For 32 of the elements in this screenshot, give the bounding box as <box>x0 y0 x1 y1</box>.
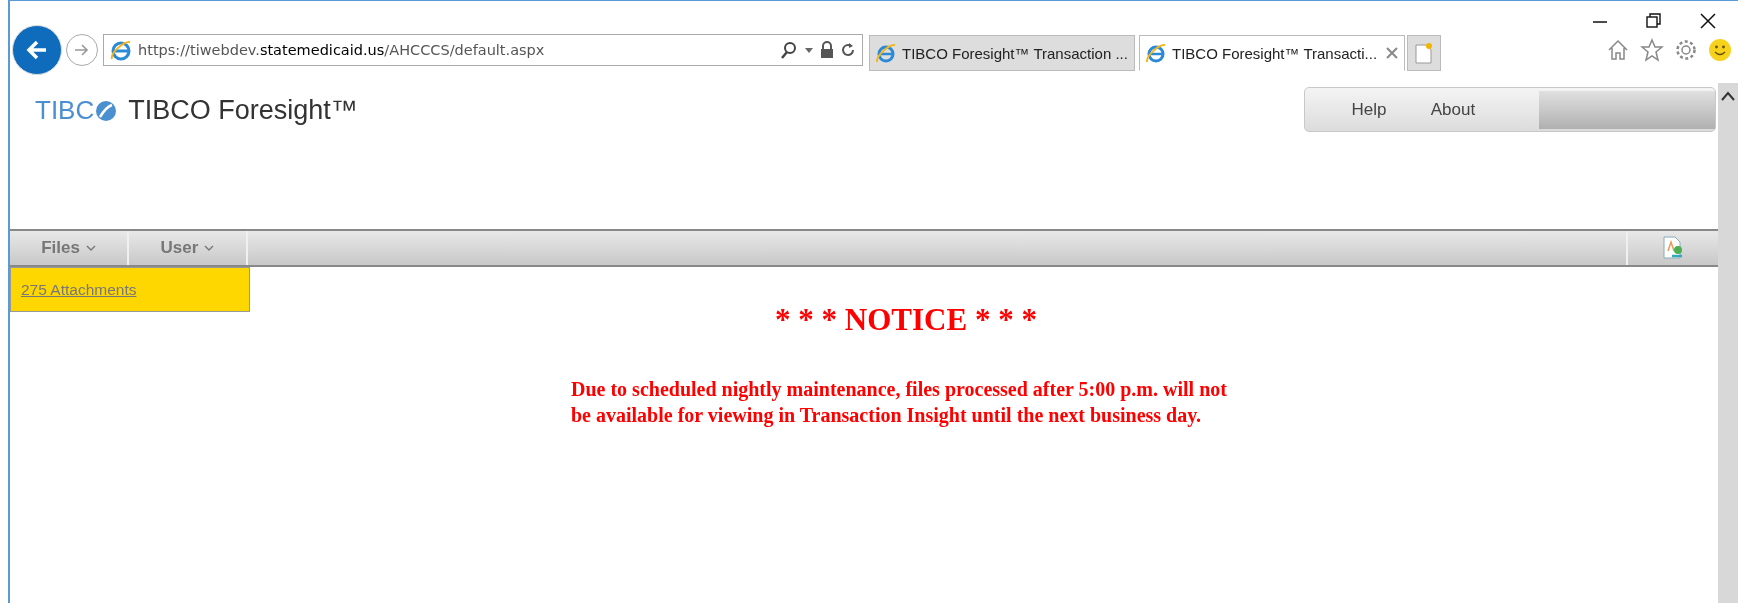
notice-heading: * * * NOTICE * * * <box>775 302 1037 338</box>
lock-icon <box>820 41 834 59</box>
browser-tab[interactable]: TIBCO Foresight™ Transaction ... <box>869 35 1135 71</box>
close-tab-icon[interactable] <box>1386 47 1398 59</box>
back-button[interactable] <box>12 25 62 75</box>
browser-logo-icon <box>110 39 132 61</box>
restore-icon[interactable] <box>1646 13 1662 29</box>
chevron-down-icon <box>204 244 215 252</box>
star-icon[interactable] <box>1640 38 1664 62</box>
header-link[interactable]: Help <box>1327 99 1411 120</box>
address-bar[interactable]: https://tiwebdev.statemedicaid.us/AHCCCS/default.aspx <box>103 34 863 66</box>
url-text: https://tiwebdev.statemedicaid.us/AHCCCS/default.aspx <box>138 42 546 58</box>
scrollbar[interactable] <box>1718 83 1738 603</box>
header-link[interactable]: About <box>1411 99 1495 120</box>
logo-ball-icon <box>94 98 119 123</box>
brand-logo: TIBC <box>35 95 119 126</box>
notice-message: Due to scheduled nightly maintenance, files processed after 5:00 p.m. will not be available for viewing in Transaction Insight until the next business day. <box>571 377 1228 428</box>
scroll-up-icon[interactable] <box>1720 89 1736 103</box>
chevron-down-icon <box>85 244 96 252</box>
browser-logo-icon <box>1146 43 1166 63</box>
new-page-icon <box>1415 42 1433 64</box>
close-icon[interactable] <box>1700 13 1716 29</box>
search-icon[interactable] <box>780 41 798 59</box>
browser-tab[interactable]: TIBCO Foresight™ Transacti... <box>1139 35 1405 71</box>
app-title: TIBCO Foresight™ <box>128 95 358 126</box>
settings-icon[interactable] <box>1674 38 1698 62</box>
document-export-icon[interactable] <box>1662 236 1684 260</box>
home-icon[interactable] <box>1606 38 1630 62</box>
browser-logo-icon <box>876 43 896 63</box>
arrow-left-icon <box>25 38 49 62</box>
refresh-icon[interactable] <box>840 41 856 59</box>
smiley-icon[interactable] <box>1708 38 1732 62</box>
